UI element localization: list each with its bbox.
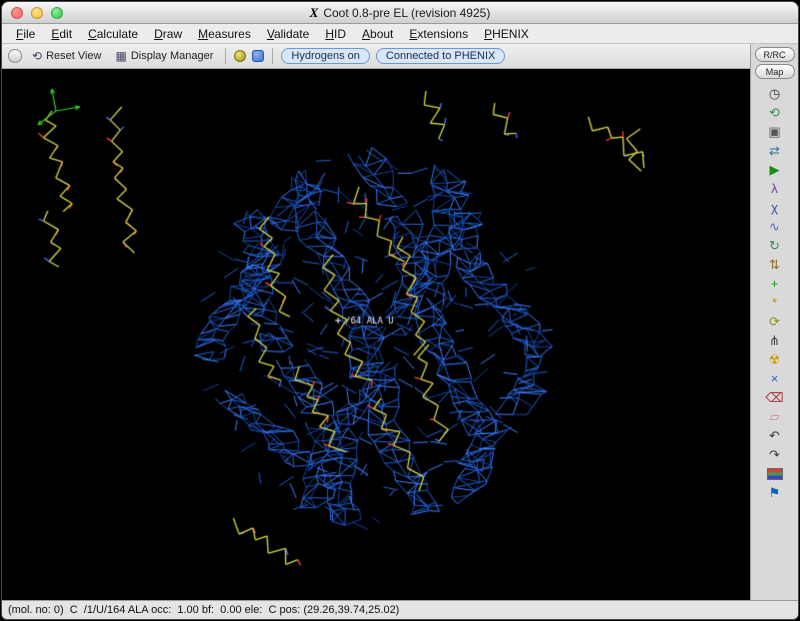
add-terminal-residue-icon[interactable]: + <box>751 274 798 293</box>
reset-view-label: Reset View <box>46 50 101 62</box>
menu-draw[interactable]: Draw <box>146 25 190 43</box>
redo-icon[interactable]: ↷ <box>751 445 798 464</box>
display-manager-icon: ▦ <box>116 49 127 63</box>
edit-chi-angles-icon[interactable]: χ <box>751 198 798 217</box>
reset-view-button[interactable]: ⟲ Reset View <box>28 47 106 65</box>
toolbar-overflow-button[interactable] <box>8 49 22 63</box>
rotamers-icon[interactable]: λ <box>751 179 798 198</box>
window-title: X Coot 0.8-pre EL (revision 4925) <box>2 2 798 24</box>
undo-icon-glyph: ↶ <box>769 428 780 444</box>
go-to-ligand-icon[interactable] <box>252 50 264 62</box>
rotate-translate-icon-glyph: ⇄ <box>769 143 780 159</box>
undo-icon[interactable]: ↶ <box>751 426 798 445</box>
right-sidebar: R/RC Map ◷ ⟲ ▣ ⇄ ▶ λχ ∿ ↻ ⇅ + * ⟳ ⋔ ☢ × ⌫ ▱ ↶ ↷ ⚑ <box>750 44 798 600</box>
real-space-refine-icon[interactable]: ◷ <box>751 84 798 103</box>
auto-fit-rotamer-icon[interactable]: ▶ <box>751 160 798 179</box>
rrc-button[interactable]: R/RC <box>755 47 795 62</box>
window-title-text: Coot 0.8-pre EL (revision 4925) <box>323 6 490 20</box>
coot-window: X Coot 0.8-pre EL (revision 4925) File E… <box>1 1 799 620</box>
x11-icon: X <box>310 5 319 21</box>
edit-chi-angles-icon-glyph: χ <box>771 200 778 215</box>
menu-hid[interactable]: HID <box>317 25 354 43</box>
torsion-general-icon-glyph: ∿ <box>769 219 780 235</box>
sidechain-flip-icon-glyph: ⇅ <box>769 257 780 273</box>
left-column: ⟲ Reset View ▦ Display Manager Hydrogens… <box>2 44 750 600</box>
menu-calculate[interactable]: Calculate <box>80 25 146 43</box>
simple-mutate-icon-glyph: ⟳ <box>769 314 780 330</box>
go-to-atom-icon[interactable] <box>234 50 246 62</box>
menu-edit[interactable]: Edit <box>43 25 80 43</box>
rotamers-icon-glyph: λ <box>771 181 778 196</box>
menu-measures[interactable]: Measures <box>190 25 259 43</box>
menu-file[interactable]: File <box>8 25 43 43</box>
real-space-refine-icon-glyph: ◷ <box>769 86 780 102</box>
add-alt-conf-icon[interactable]: ⋔ <box>751 331 798 350</box>
menu-validate[interactable]: Validate <box>259 25 318 43</box>
delete-item-icon-glyph: ⌫ <box>765 390 783 406</box>
statusbar: (mol. no: 0) C /1/U/164 ALA occ: 1.00 bf… <box>2 600 798 619</box>
radiation-hazard-icon[interactable]: ☢ <box>751 350 798 369</box>
add-alt-conf-icon-glyph: ⋔ <box>769 333 780 349</box>
status-text: (mol. no: 0) C /1/U/164 ALA occ: 1.00 bf… <box>8 604 399 616</box>
add-terminal-residue-icon-glyph: + <box>771 276 779 291</box>
display-manager-button[interactable]: ▦ Display Manager <box>112 47 218 65</box>
titlebar: X Coot 0.8-pre EL (revision 4925) <box>2 2 798 24</box>
phenix-connection-button[interactable]: Connected to PHENIX <box>376 48 505 64</box>
toolbar-separator <box>225 48 226 64</box>
rgb-display-icon[interactable] <box>751 464 798 483</box>
menu-extensions[interactable]: Extensions <box>401 25 476 43</box>
toolbar-separator <box>272 48 273 64</box>
display-manager-label: Display Manager <box>131 50 214 62</box>
molecular-viewport[interactable] <box>2 69 750 601</box>
radiation-hazard-icon-glyph: ☢ <box>769 352 781 368</box>
menubar: File Edit Calculate Draw Measures Valida… <box>2 24 798 44</box>
regularize-zone-icon-glyph: ⟲ <box>769 105 780 121</box>
menu-about[interactable]: About <box>354 25 401 43</box>
content-area: ⟲ Reset View ▦ Display Manager Hydrogens… <box>2 44 798 600</box>
menu-phenix[interactable]: PHENIX <box>476 25 537 43</box>
map-button[interactable]: Map <box>755 64 795 79</box>
simple-mutate-icon[interactable]: ⟳ <box>751 312 798 331</box>
delete-item-icon[interactable]: ⌫ <box>751 388 798 407</box>
rgb-swatch <box>767 468 783 480</box>
torsion-general-icon[interactable]: ∿ <box>751 217 798 236</box>
reset-view-icon: ⟲ <box>32 49 42 63</box>
auto-fit-rotamer-icon-glyph: ▶ <box>770 162 780 178</box>
clear-pending-icon-glyph: × <box>771 371 779 386</box>
flip-peptide-icon-glyph: ↻ <box>769 238 780 254</box>
clear-pending-icon[interactable]: × <box>751 369 798 388</box>
eraser-icon[interactable]: ▱ <box>751 407 798 426</box>
rigid-body-fit-icon-glyph: ▣ <box>768 124 780 140</box>
toolbar: ⟲ Reset View ▦ Display Manager Hydrogens… <box>2 44 750 69</box>
flag-icon[interactable]: ⚑ <box>751 483 798 502</box>
rigid-body-fit-icon[interactable]: ▣ <box>751 122 798 141</box>
side-icons: ◷ ⟲ ▣ ⇄ ▶ λχ ∿ ↻ ⇅ + * ⟳ ⋔ ☢ × ⌫ ▱ ↶ ↷ ⚑ <box>751 84 798 502</box>
mutate-autofit-icon[interactable]: * <box>751 293 798 312</box>
flip-peptide-icon[interactable]: ↻ <box>751 236 798 255</box>
redo-icon-glyph: ↷ <box>769 447 780 463</box>
hydrogens-toggle-button[interactable]: Hydrogens on <box>281 48 370 64</box>
regularize-zone-icon[interactable]: ⟲ <box>751 103 798 122</box>
flag-icon-glyph: ⚑ <box>769 485 781 501</box>
rotate-translate-icon[interactable]: ⇄ <box>751 141 798 160</box>
sidechain-flip-icon[interactable]: ⇅ <box>751 255 798 274</box>
mutate-autofit-icon-glyph: * <box>772 295 777 310</box>
eraser-icon-glyph: ▱ <box>770 409 780 425</box>
